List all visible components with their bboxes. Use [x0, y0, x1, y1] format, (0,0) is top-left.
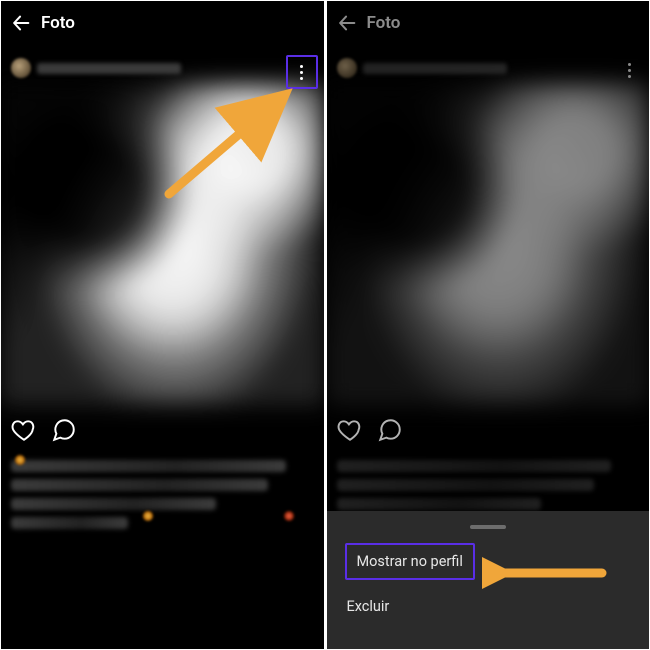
- screenshot-step-2: Foto Mostrar no perfil Excluir: [327, 1, 650, 649]
- bottom-sheet: Mostrar no perfil Excluir: [327, 511, 650, 649]
- avatar: [11, 58, 31, 78]
- page-title: Foto: [41, 13, 75, 33]
- sheet-item-delete[interactable]: Excluir: [345, 586, 632, 627]
- back-button[interactable]: [327, 1, 367, 45]
- arrow-left-icon: [336, 12, 358, 34]
- author-name-blurred: [363, 63, 507, 74]
- post-caption-blurred: [11, 453, 304, 536]
- post-author-row[interactable]: [11, 57, 181, 79]
- back-button[interactable]: [1, 1, 41, 45]
- header-bar: Foto: [327, 1, 650, 45]
- more-options-button[interactable]: [615, 55, 643, 85]
- comment-icon[interactable]: [51, 417, 77, 443]
- post-photo[interactable]: [1, 83, 324, 405]
- post-actions: [337, 417, 403, 443]
- page-title: Foto: [367, 13, 401, 33]
- header-bar: Foto: [1, 1, 324, 45]
- kebab-icon: [300, 63, 303, 81]
- author-name-blurred: [37, 63, 181, 74]
- post-author-row[interactable]: [337, 57, 507, 79]
- sheet-drag-handle[interactable]: [470, 525, 506, 529]
- post-actions: [11, 417, 77, 443]
- comment-icon[interactable]: [377, 417, 403, 443]
- more-options-button[interactable]: [286, 55, 318, 89]
- like-icon[interactable]: [337, 417, 363, 443]
- post-photo[interactable]: [327, 83, 650, 405]
- kebab-icon: [628, 61, 631, 79]
- post-caption-blurred: [337, 453, 630, 517]
- like-icon[interactable]: [11, 417, 37, 443]
- sheet-item-show-on-profile[interactable]: Mostrar no perfil: [345, 543, 475, 580]
- avatar: [337, 58, 357, 78]
- arrow-left-icon: [10, 12, 32, 34]
- screenshot-step-1: Foto: [1, 1, 324, 649]
